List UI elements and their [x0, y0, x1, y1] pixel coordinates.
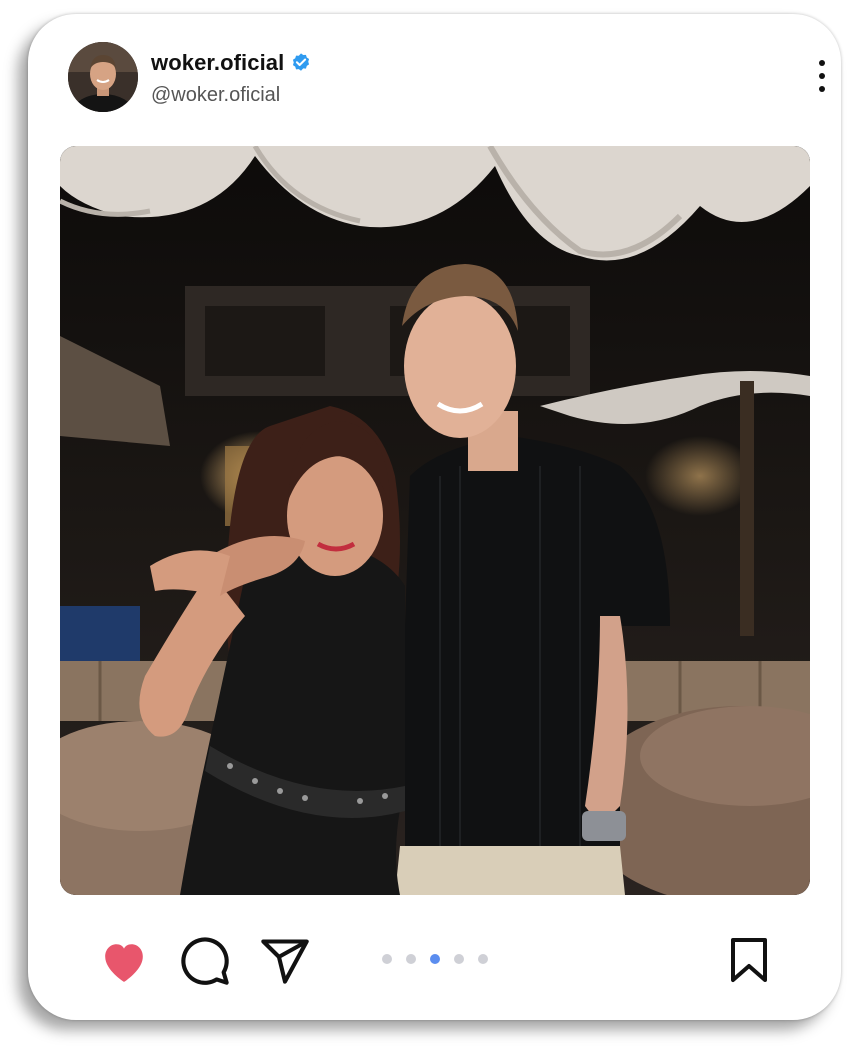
- photo-illustration: [60, 146, 810, 895]
- carousel-indicator: [382, 954, 488, 964]
- more-vertical-icon[interactable]: [812, 56, 832, 96]
- post-photo[interactable]: [60, 146, 810, 895]
- username-row: woker.oficial: [151, 50, 312, 76]
- carousel-dot: [382, 954, 392, 964]
- username[interactable]: woker.oficial: [151, 50, 284, 76]
- post-card: woker.oficial @woker.oficial: [28, 14, 841, 1020]
- avatar-image: [68, 42, 138, 112]
- carousel-dot: [478, 954, 488, 964]
- verified-badge-icon: [293, 53, 310, 71]
- post-actions: [28, 924, 841, 994]
- send-icon[interactable]: [258, 935, 312, 987]
- carousel-dot: [406, 954, 416, 964]
- heart-icon[interactable]: [98, 938, 150, 984]
- user-handle: @woker.oficial: [151, 84, 281, 106]
- carousel-dot: [430, 954, 440, 964]
- post-header: woker.oficial @woker.oficial: [68, 42, 825, 114]
- comment-icon[interactable]: [179, 935, 231, 987]
- carousel-dot: [454, 954, 464, 964]
- bookmark-icon[interactable]: [728, 936, 770, 984]
- avatar[interactable]: [68, 42, 138, 112]
